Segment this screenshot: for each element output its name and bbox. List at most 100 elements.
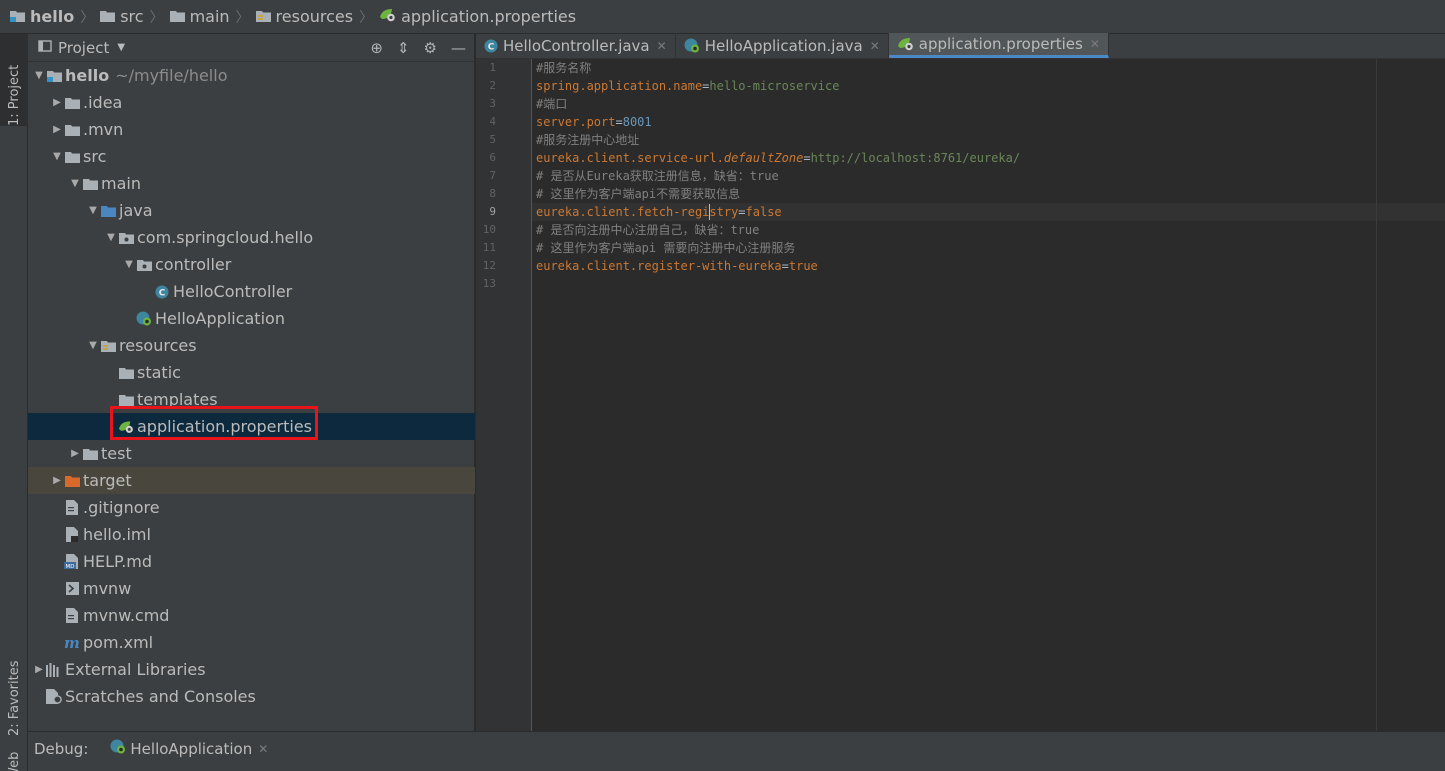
line-number-gutter: 1 2 3 4 5 6 7 8 9 10 11 12 13: [476, 59, 532, 731]
editor-tab-label: HelloApplication.java: [704, 36, 863, 55]
code-token: #端口: [536, 97, 568, 111]
svg-text:C: C: [488, 42, 495, 52]
tree-node[interactable]: ▼ java: [28, 197, 475, 224]
gear-icon[interactable]: ⚙: [424, 39, 437, 57]
chevron-right-icon[interactable]: ▶: [32, 664, 46, 675]
breadcrumb-item[interactable]: src: [100, 7, 144, 26]
collapse-all-icon[interactable]: ⇕: [397, 39, 410, 57]
locate-icon[interactable]: ⊕: [370, 39, 383, 57]
spring-boot-class-icon: [684, 38, 700, 53]
code-line[interactable]: eureka.client.register-with-eureka=true: [532, 257, 1445, 275]
libraries-icon: [46, 662, 62, 678]
close-icon[interactable]: ✕: [1090, 37, 1100, 51]
tree-node[interactable]: .gitignore: [28, 494, 475, 521]
spring-boot-class-icon: [110, 739, 126, 758]
code-token: #服务注册中心地址: [536, 133, 640, 147]
code-line[interactable]: server.port=8001: [532, 113, 1445, 131]
breadcrumb-label: hello: [30, 7, 75, 26]
tree-node[interactable]: ▼ com.springcloud.hello: [28, 224, 475, 251]
tool-window-tab-web[interactable]: Web: [0, 740, 28, 771]
tree-node[interactable]: ▼ resources: [28, 332, 475, 359]
code-line[interactable]: #端口: [532, 95, 1445, 113]
chevron-down-icon[interactable]: ▼: [117, 42, 125, 53]
tree-node[interactable]: mvnw.cmd: [28, 602, 475, 629]
code-token: false: [745, 205, 782, 219]
tree-node[interactable]: MD HELP.md: [28, 548, 475, 575]
breadcrumb-item[interactable]: resources: [255, 7, 353, 26]
code-line[interactable]: # 是否从Eureka获取注册信息，缺省：true: [532, 167, 1445, 185]
chevron-down-icon[interactable]: ▼: [86, 340, 100, 351]
debug-tab-hello-application[interactable]: HelloApplication ✕: [110, 739, 268, 758]
tree-node-label: HelloController: [173, 282, 293, 301]
project-view-selector[interactable]: Project: [58, 39, 109, 57]
code-line[interactable]: # 这里作为客户端api 需要向注册中心注册服务: [532, 239, 1445, 257]
close-icon[interactable]: ✕: [870, 39, 880, 53]
breadcrumb-separator-icon: 〉: [359, 9, 374, 26]
tree-node[interactable]: ▼ hello ~/myfile/hello: [28, 62, 475, 89]
tree-node[interactable]: ▼ main: [28, 170, 475, 197]
tree-node[interactable]: ▼ controller: [28, 251, 475, 278]
tree-node[interactable]: hello.iml: [28, 521, 475, 548]
tree-node[interactable]: ▶ .idea: [28, 89, 475, 116]
spring-properties-icon: [379, 7, 396, 26]
project-tool-window: Project ▼ ⊕ ⇕ ⚙ — ▼ hello ~/myfile/hello ▶.…: [28, 34, 475, 731]
editor-tab[interactable]: HelloApplication.java ✕: [676, 33, 889, 58]
tree-node[interactable]: ▶ External Libraries: [28, 656, 475, 683]
tree-node[interactable]: templates: [28, 386, 475, 413]
tree-node[interactable]: ▶ target: [28, 467, 475, 494]
close-icon[interactable]: ✕: [657, 39, 667, 53]
close-icon[interactable]: ✕: [258, 742, 268, 756]
chevron-right-icon[interactable]: ▶: [50, 124, 64, 135]
chevron-right-icon[interactable]: ▶: [50, 475, 64, 486]
tree-node[interactable]: static: [28, 359, 475, 386]
breadcrumb-item[interactable]: hello: [10, 7, 74, 26]
package-icon: [118, 230, 134, 246]
code-line[interactable]: #服务注册中心地址: [532, 131, 1445, 149]
chevron-down-icon[interactable]: ▼: [86, 205, 100, 216]
tree-node[interactable]: ▼ src: [28, 143, 475, 170]
tree-node-label: static: [137, 363, 181, 382]
chevron-down-icon[interactable]: ▼: [68, 178, 82, 189]
code-line[interactable]: #服务名称: [532, 59, 1445, 77]
hide-panel-icon[interactable]: —: [451, 39, 466, 57]
tree-node-label: hello.iml: [83, 525, 151, 544]
tree-node[interactable]: ▶ .mvn: [28, 116, 475, 143]
code-line[interactable]: # 这里作为客户端api不需要获取信息: [532, 185, 1445, 203]
editor-tab[interactable]: C HelloController.java ✕: [476, 33, 676, 58]
editor-tab[interactable]: application.properties ✕: [888, 33, 1109, 58]
tree-node[interactable]: C HelloController: [28, 278, 475, 305]
code-token: #服务名称: [536, 61, 592, 75]
chevron-down-icon[interactable]: ▼: [32, 70, 46, 81]
tool-window-tab-favorites-label: 2: Favorites: [6, 660, 22, 736]
chevron-down-icon[interactable]: ▼: [104, 232, 118, 243]
code-token: # 是否从Eureka获取注册信息，缺省：true: [536, 169, 779, 183]
breadcrumb-item[interactable]: application.properties: [379, 7, 576, 26]
breadcrumb-label: main: [189, 7, 230, 26]
code-token: true: [788, 259, 818, 273]
line-number: 2: [489, 79, 496, 92]
resources-folder-icon: [255, 7, 271, 26]
chevron-down-icon[interactable]: ▼: [50, 151, 64, 162]
tree-node[interactable]: mvnw: [28, 575, 475, 602]
folder-icon: [169, 7, 185, 26]
code-line[interactable]: [532, 275, 1445, 293]
code-line[interactable]: # 是否向注册中心注册自己，缺省：true: [532, 221, 1445, 239]
code-editor[interactable]: #服务名称 spring.application.name=hello-micro…: [532, 59, 1445, 731]
tool-window-tab-project[interactable]: 1: Project: [0, 34, 28, 126]
code-line[interactable]: eureka.client.fetch-registry=false: [532, 203, 1445, 221]
tree-node[interactable]: Scratches and Consoles: [28, 683, 475, 710]
tree-node[interactable]: ▶ test: [28, 440, 475, 467]
tree-node[interactable]: m pom.xml: [28, 629, 475, 656]
breadcrumb-item[interactable]: main: [169, 7, 230, 26]
chevron-down-icon[interactable]: ▼: [122, 259, 136, 270]
tree-node-label: Scratches and Consoles: [65, 687, 256, 706]
code-line[interactable]: spring.application.name=hello-microservi…: [532, 77, 1445, 95]
tree-node[interactable]: HelloApplication: [28, 305, 475, 332]
code-line[interactable]: eureka.client.service-url.defaultZone=ht…: [532, 149, 1445, 167]
chevron-right-icon[interactable]: ▶: [50, 97, 64, 108]
tree-node[interactable]: application.properties: [28, 413, 475, 440]
chevron-right-icon[interactable]: ▶: [68, 448, 82, 459]
tool-window-tab-favorites[interactable]: 2: Favorites: [0, 632, 28, 736]
folder-icon: [82, 446, 98, 462]
line-number: 4: [489, 115, 496, 128]
